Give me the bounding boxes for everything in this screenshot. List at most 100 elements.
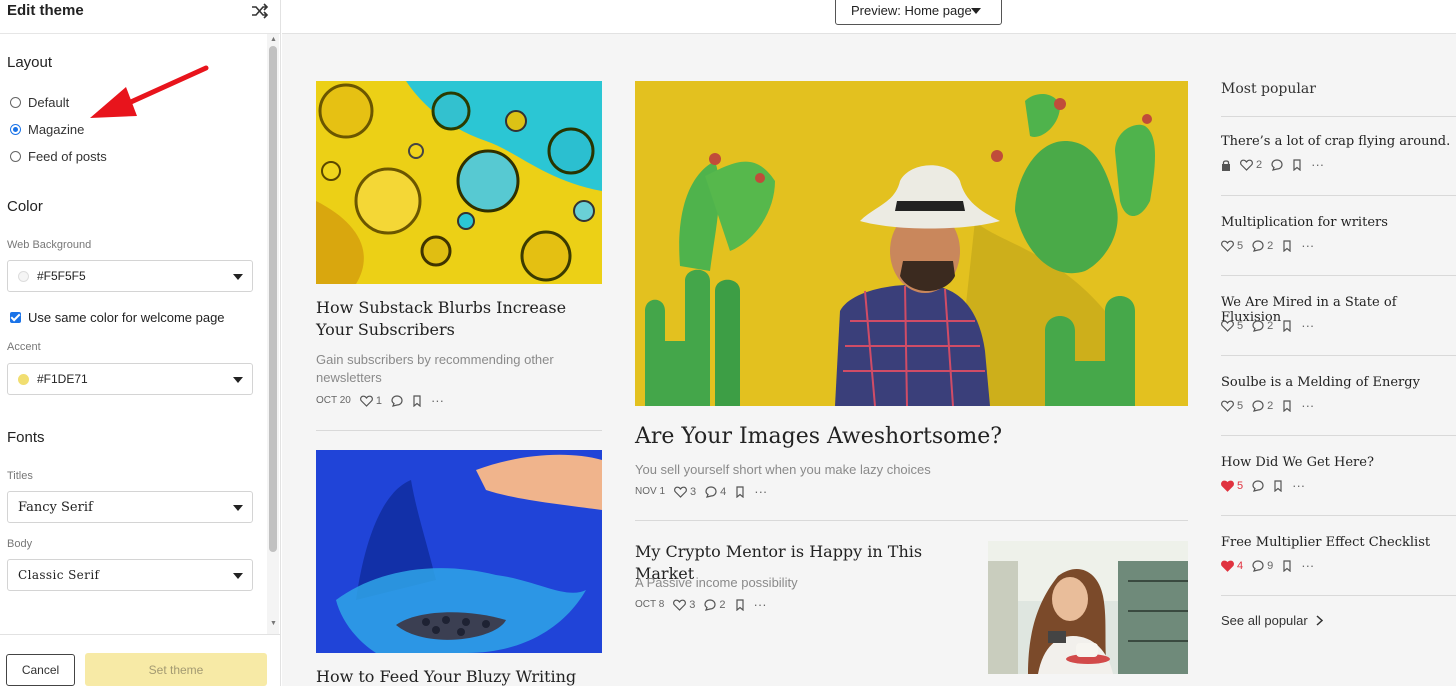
lock-icon [1222, 159, 1230, 171]
like-count: 5 [1237, 399, 1244, 412]
more-icon[interactable]: ··· [754, 597, 767, 612]
post-date: OCT 8 [635, 599, 665, 610]
like-count: 2 [1256, 158, 1263, 171]
web-background-value: #F5F5F5 [37, 269, 86, 283]
bookmark-icon[interactable] [1282, 399, 1292, 412]
like-button[interactable]: 1 [359, 394, 382, 407]
popular-item-title[interactable]: Multiplication for writers [1221, 215, 1388, 230]
layout-option-magazine[interactable]: Magazine [10, 122, 84, 137]
like-count: 1 [375, 394, 382, 407]
caret-down-icon [971, 8, 981, 14]
divider [1221, 515, 1456, 516]
bookmark-icon[interactable] [1282, 559, 1292, 572]
popular-item-meta: 5 2 ··· [1221, 318, 1314, 333]
feature-post-title[interactable]: Are Your Images Aweshortsome? [635, 422, 1195, 452]
scroll-thumb[interactable] [269, 46, 277, 552]
heart-icon [1221, 480, 1234, 492]
panel-footer: Cancel Set theme [0, 634, 280, 686]
bookmark-icon[interactable] [1282, 319, 1292, 332]
titles-font-select[interactable]: Fancy Serif [7, 491, 253, 523]
popular-item-title[interactable]: There’s a lot of crap flying around. [1221, 134, 1450, 149]
post-image-bubbles[interactable] [316, 81, 602, 284]
same-color-checkbox-row[interactable]: Use same color for welcome page [10, 310, 225, 325]
accent-select[interactable]: #F1DE71 [7, 363, 253, 395]
comment-button[interactable]: 9 [1252, 560, 1273, 572]
shuffle-icon[interactable] [251, 3, 269, 19]
heart-icon [1240, 159, 1253, 171]
comment-count: 2 [719, 598, 726, 611]
accent-value: #F1DE71 [37, 372, 88, 386]
set-theme-button[interactable]: Set theme [85, 653, 267, 686]
feature-post-image[interactable] [635, 81, 1188, 406]
same-color-label: Use same color for welcome page [28, 310, 225, 325]
layout-option-label: Magazine [28, 122, 85, 137]
post-title[interactable]: How Substack Blurbs Increase Your Subscr… [316, 297, 606, 340]
more-icon[interactable]: ··· [1301, 238, 1314, 253]
popular-item-title[interactable]: How Did We Get Here? [1221, 455, 1374, 470]
popular-item-title[interactable]: Free Multiplier Effect Checklist [1221, 535, 1430, 550]
preview-page-select[interactable]: Preview: Home page [835, 0, 1002, 25]
like-button[interactable]: 5 [1221, 400, 1243, 412]
radio-default[interactable] [10, 97, 21, 108]
comment-count: 2 [1267, 319, 1274, 332]
post-date: NOV 1 [635, 486, 666, 497]
comment-button[interactable]: 4 [705, 486, 726, 498]
more-icon[interactable]: ··· [1301, 398, 1314, 413]
like-button[interactable]: 5 [1221, 480, 1243, 492]
layout-option-feed[interactable]: Feed of posts [10, 149, 107, 164]
radio-magazine[interactable] [10, 124, 21, 135]
more-icon[interactable]: ··· [1301, 318, 1314, 333]
bookmark-icon[interactable] [735, 598, 745, 611]
like-button[interactable]: 5 [1221, 240, 1243, 252]
comment-icon[interactable] [1252, 479, 1264, 492]
comment-button[interactable]: 2 [1252, 320, 1273, 332]
more-icon[interactable]: ··· [1301, 558, 1314, 573]
accent-label: Accent [7, 341, 41, 353]
bookmark-icon[interactable] [1282, 239, 1292, 252]
radio-feed[interactable] [10, 151, 21, 162]
like-button[interactable]: 3 [673, 599, 695, 611]
see-all-popular-link[interactable]: See all popular [1221, 613, 1323, 628]
bookmark-icon[interactable] [735, 485, 745, 498]
popular-item-meta: 2 ··· [1221, 157, 1324, 172]
post-title[interactable]: How to Feed Your Bluzy Writing [316, 666, 606, 686]
panel-scrollbar[interactable]: ▲ ▼ [267, 34, 279, 634]
more-icon[interactable]: ··· [754, 484, 767, 499]
comment-icon[interactable] [1271, 158, 1283, 171]
most-popular-heading: Most popular [1221, 81, 1316, 97]
comment-button[interactable]: 2 [1252, 240, 1273, 252]
like-count: 5 [1237, 239, 1244, 252]
more-icon[interactable]: ··· [431, 393, 444, 408]
comment-button[interactable]: 2 [704, 598, 726, 611]
cancel-button[interactable]: Cancel [6, 654, 75, 686]
post-image-blue-bowl[interactable] [316, 450, 602, 653]
like-button[interactable]: 3 [674, 486, 696, 498]
divider [1221, 435, 1456, 436]
bookmark-icon[interactable] [1273, 479, 1283, 492]
scroll-down-arrow[interactable]: ▼ [270, 620, 277, 627]
comment-button[interactable]: 2 [1252, 400, 1273, 412]
web-background-select[interactable]: #F5F5F5 [7, 260, 253, 292]
heart-icon [1221, 240, 1234, 252]
like-button[interactable]: 5 [1221, 320, 1243, 332]
web-background-label: Web Background [7, 239, 92, 251]
titles-font-value: Fancy Serif [18, 499, 93, 515]
scroll-up-arrow[interactable]: ▲ [270, 36, 277, 43]
layout-option-default[interactable]: Default [10, 95, 69, 110]
divider [1221, 116, 1456, 117]
more-icon[interactable]: ··· [1292, 478, 1305, 493]
like-button[interactable]: 2 [1240, 159, 1262, 171]
comment-icon[interactable] [391, 394, 403, 407]
popular-item-meta: 5 ··· [1221, 478, 1305, 493]
bookmark-icon[interactable] [1292, 158, 1302, 171]
heart-icon [1221, 320, 1234, 332]
body-font-select[interactable]: Classic Serif [7, 559, 253, 591]
post-image-woman-cafe[interactable] [988, 541, 1188, 674]
comment-icon [1252, 559, 1264, 572]
bookmark-icon[interactable] [412, 394, 422, 407]
popular-item-title[interactable]: Soulbe is a Melding of Energy [1221, 375, 1420, 390]
more-icon[interactable]: ··· [1311, 157, 1324, 172]
divider [1221, 275, 1456, 276]
like-button[interactable]: 4 [1221, 560, 1243, 572]
same-color-checkbox[interactable] [10, 312, 21, 323]
